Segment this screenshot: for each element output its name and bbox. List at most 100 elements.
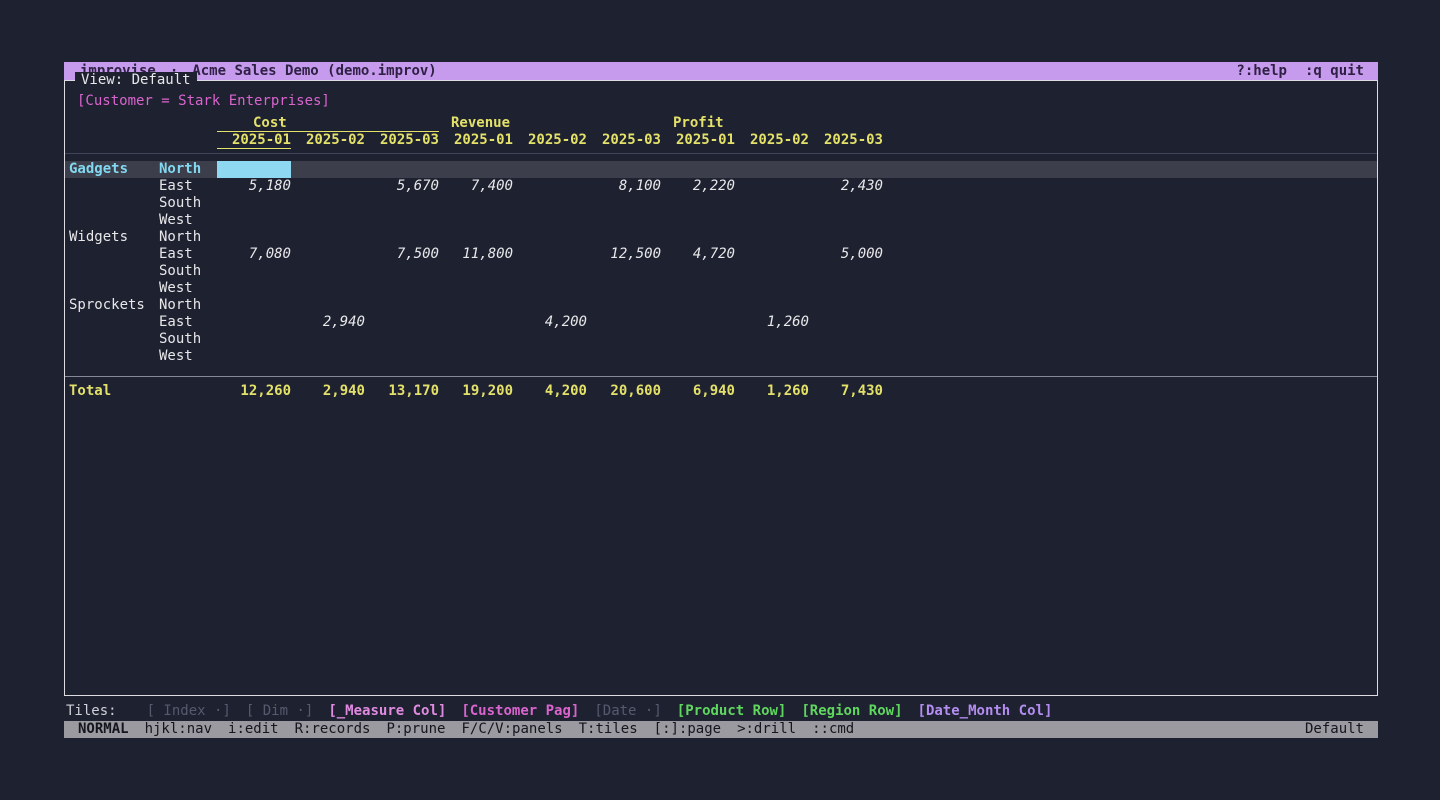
- value-cell[interactable]: 7,400: [439, 178, 513, 195]
- filter-chip[interactable]: [Customer = Stark Enterprises]: [77, 93, 1377, 109]
- value-cell[interactable]: [439, 229, 513, 246]
- month-header[interactable]: 2025-01: [661, 132, 735, 149]
- value-cell[interactable]: [587, 161, 661, 178]
- value-cell[interactable]: [513, 161, 587, 178]
- tile-customer-pag[interactable]: [Customer Pag]: [461, 703, 579, 719]
- value-cell[interactable]: [217, 297, 291, 314]
- table-row[interactable]: WidgetsNorth: [65, 229, 1377, 246]
- value-cell[interactable]: 11,800: [439, 246, 513, 263]
- measure-group-revenue[interactable]: Revenue: [439, 115, 661, 132]
- value-cell[interactable]: 7,500: [365, 246, 439, 263]
- month-header[interactable]: 2025-03: [809, 132, 883, 149]
- value-cell[interactable]: [661, 195, 735, 212]
- value-cell[interactable]: [735, 348, 809, 365]
- value-cell[interactable]: [439, 263, 513, 280]
- value-cell[interactable]: [661, 314, 735, 331]
- value-cell[interactable]: [365, 195, 439, 212]
- value-cell[interactable]: 7,080: [217, 246, 291, 263]
- value-cell[interactable]: [365, 263, 439, 280]
- value-cell[interactable]: [365, 331, 439, 348]
- value-cell[interactable]: [513, 229, 587, 246]
- value-cell[interactable]: [365, 161, 439, 178]
- month-header[interactable]: 2025-01: [217, 132, 291, 149]
- value-cell[interactable]: [661, 331, 735, 348]
- value-cell[interactable]: [809, 331, 883, 348]
- tile-date[interactable]: [Date ·]: [594, 703, 661, 719]
- value-cell[interactable]: [513, 263, 587, 280]
- value-cell[interactable]: 5,670: [365, 178, 439, 195]
- value-cell[interactable]: [661, 348, 735, 365]
- value-cell[interactable]: [439, 348, 513, 365]
- value-cell[interactable]: [809, 263, 883, 280]
- value-cell[interactable]: [661, 161, 735, 178]
- value-cell[interactable]: [735, 229, 809, 246]
- value-cell[interactable]: [217, 195, 291, 212]
- value-cell[interactable]: [291, 212, 365, 229]
- value-cell[interactable]: 5,000: [809, 246, 883, 263]
- value-cell[interactable]: [291, 280, 365, 297]
- value-cell[interactable]: [809, 314, 883, 331]
- value-cell[interactable]: [439, 331, 513, 348]
- value-cell[interactable]: [291, 246, 365, 263]
- value-cell[interactable]: [809, 297, 883, 314]
- value-cell[interactable]: [661, 297, 735, 314]
- value-cell[interactable]: [513, 297, 587, 314]
- help-hint[interactable]: ?:help: [1236, 62, 1287, 80]
- value-cell[interactable]: 4,720: [661, 246, 735, 263]
- value-cell[interactable]: [439, 212, 513, 229]
- value-cell[interactable]: [735, 212, 809, 229]
- tile-product-row[interactable]: [Product Row]: [677, 703, 787, 719]
- tile-date-month-col[interactable]: [Date_Month Col]: [918, 703, 1053, 719]
- value-cell[interactable]: 5,180: [217, 178, 291, 195]
- value-cell[interactable]: [513, 280, 587, 297]
- value-cell[interactable]: [291, 178, 365, 195]
- value-cell[interactable]: [809, 280, 883, 297]
- value-cell[interactable]: [735, 280, 809, 297]
- value-cell[interactable]: [809, 229, 883, 246]
- value-cell[interactable]: [291, 331, 365, 348]
- value-cell[interactable]: 4,200: [513, 314, 587, 331]
- value-cell[interactable]: [513, 212, 587, 229]
- value-cell[interactable]: [661, 212, 735, 229]
- value-cell[interactable]: [217, 229, 291, 246]
- value-cell[interactable]: [291, 161, 365, 178]
- value-cell[interactable]: [587, 314, 661, 331]
- value-cell[interactable]: [587, 212, 661, 229]
- value-cell[interactable]: 2,220: [661, 178, 735, 195]
- value-cell[interactable]: [217, 212, 291, 229]
- value-cell[interactable]: 2,940: [291, 314, 365, 331]
- value-cell[interactable]: [735, 178, 809, 195]
- value-cell[interactable]: [439, 280, 513, 297]
- table-row[interactable]: GadgetsNorth: [65, 161, 1377, 178]
- table-row[interactable]: West: [65, 280, 1377, 297]
- value-cell[interactable]: [513, 246, 587, 263]
- month-header[interactable]: 2025-02: [513, 132, 587, 149]
- month-header[interactable]: 2025-03: [587, 132, 661, 149]
- value-cell[interactable]: [365, 297, 439, 314]
- value-cell[interactable]: [365, 314, 439, 331]
- table-row[interactable]: SprocketsNorth: [65, 297, 1377, 314]
- value-cell[interactable]: [587, 263, 661, 280]
- table-row[interactable]: East5,1805,6707,4008,1002,2202,430: [65, 178, 1377, 195]
- table-row[interactable]: East2,9404,2001,260: [65, 314, 1377, 331]
- value-cell[interactable]: [291, 348, 365, 365]
- value-cell[interactable]: [513, 348, 587, 365]
- value-cell[interactable]: [661, 263, 735, 280]
- value-cell[interactable]: [587, 280, 661, 297]
- quit-hint[interactable]: :q quit: [1305, 62, 1364, 80]
- value-cell[interactable]: [513, 331, 587, 348]
- value-cell[interactable]: [587, 331, 661, 348]
- value-cell[interactable]: [291, 297, 365, 314]
- value-cell[interactable]: [735, 195, 809, 212]
- tile-index[interactable]: [ Index ·]: [147, 703, 231, 719]
- value-cell[interactable]: 2,430: [809, 178, 883, 195]
- value-cell[interactable]: [217, 314, 291, 331]
- selected-cell[interactable]: [217, 161, 291, 178]
- value-cell[interactable]: [587, 297, 661, 314]
- table-row[interactable]: West: [65, 212, 1377, 229]
- value-cell[interactable]: [735, 263, 809, 280]
- value-cell[interactable]: [513, 195, 587, 212]
- value-cell[interactable]: [217, 280, 291, 297]
- value-cell[interactable]: [809, 161, 883, 178]
- value-cell[interactable]: [439, 161, 513, 178]
